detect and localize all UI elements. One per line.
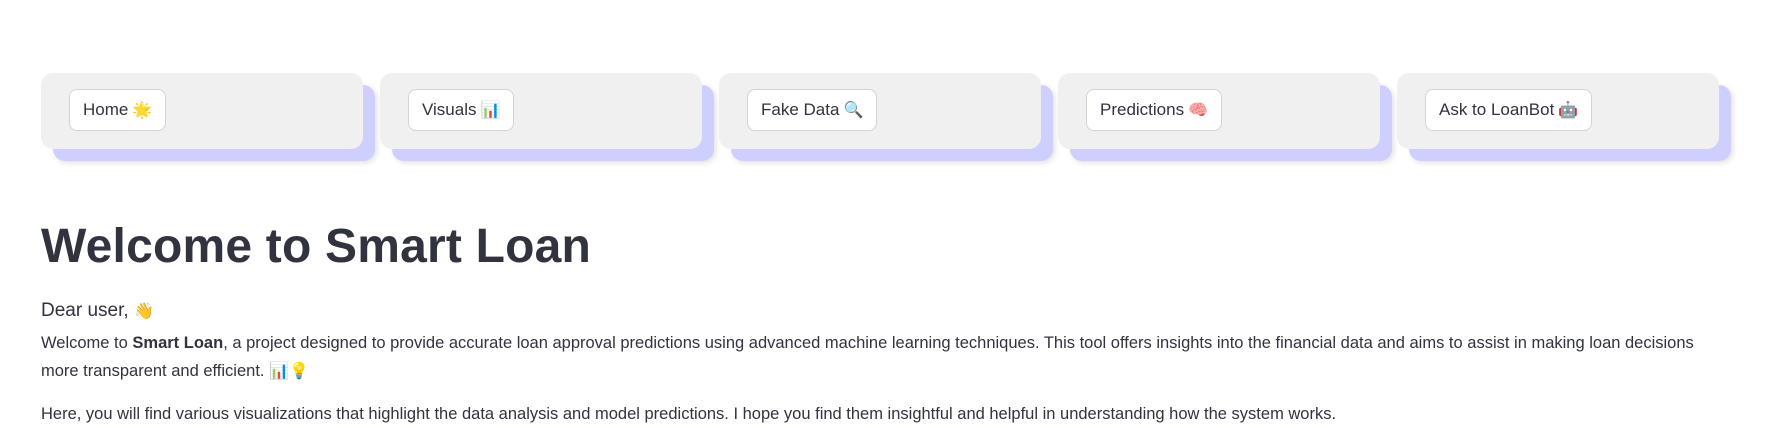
waving-hand-icon: 👋 — [133, 303, 154, 320]
intro-paragraph: Welcome to Smart Loan, a project designe… — [41, 329, 1726, 386]
second-paragraph: Here, you will find various visualizatio… — [41, 405, 1337, 423]
brand-name: Smart Loan — [132, 334, 224, 352]
star-icon: 🌟 — [132, 102, 153, 119]
nav-card-fake-data: Fake Data 🔍 — [719, 73, 1041, 149]
predictions-button-label: Predictions — [1100, 100, 1185, 119]
greeting-text: Dear user, — [41, 300, 129, 321]
visuals-button-label: Visuals — [422, 100, 477, 119]
magnifier-icon: 🔍 — [843, 102, 864, 119]
navigation-bar: Home 🌟 Visuals 📊 Fake Data 🔍 Predictions… — [41, 73, 1719, 149]
visuals-button[interactable]: Visuals 📊 — [408, 89, 515, 131]
chart-bulb-icons: 📊💡 — [269, 363, 309, 380]
greeting: Dear user, 👋 — [41, 298, 1741, 325]
main-content: Welcome to Smart Loan Dear user, 👋 Welco… — [41, 214, 1741, 428]
nav-card-predictions: Predictions 🧠 — [1058, 73, 1380, 149]
brain-icon: 🧠 — [1188, 102, 1209, 119]
robot-icon: 🤖 — [1558, 102, 1579, 119]
home-button[interactable]: Home 🌟 — [69, 89, 167, 131]
bar-chart-icon: 📊 — [480, 102, 501, 119]
ask-loanbot-button[interactable]: Ask to LoanBot 🤖 — [1425, 89, 1593, 131]
nav-card-home: Home 🌟 — [41, 73, 363, 149]
predictions-button[interactable]: Predictions 🧠 — [1086, 89, 1223, 131]
intro-prefix: Welcome to — [41, 334, 133, 352]
page-title: Welcome to Smart Loan — [41, 220, 592, 273]
home-button-label: Home — [83, 100, 129, 119]
ask-loanbot-button-label: Ask to LoanBot — [1439, 100, 1555, 119]
fake-data-button[interactable]: Fake Data 🔍 — [747, 89, 878, 131]
nav-card-loanbot: Ask to LoanBot 🤖 — [1397, 73, 1719, 149]
nav-card-visuals: Visuals 📊 — [380, 73, 702, 149]
fake-data-button-label: Fake Data — [761, 100, 840, 119]
